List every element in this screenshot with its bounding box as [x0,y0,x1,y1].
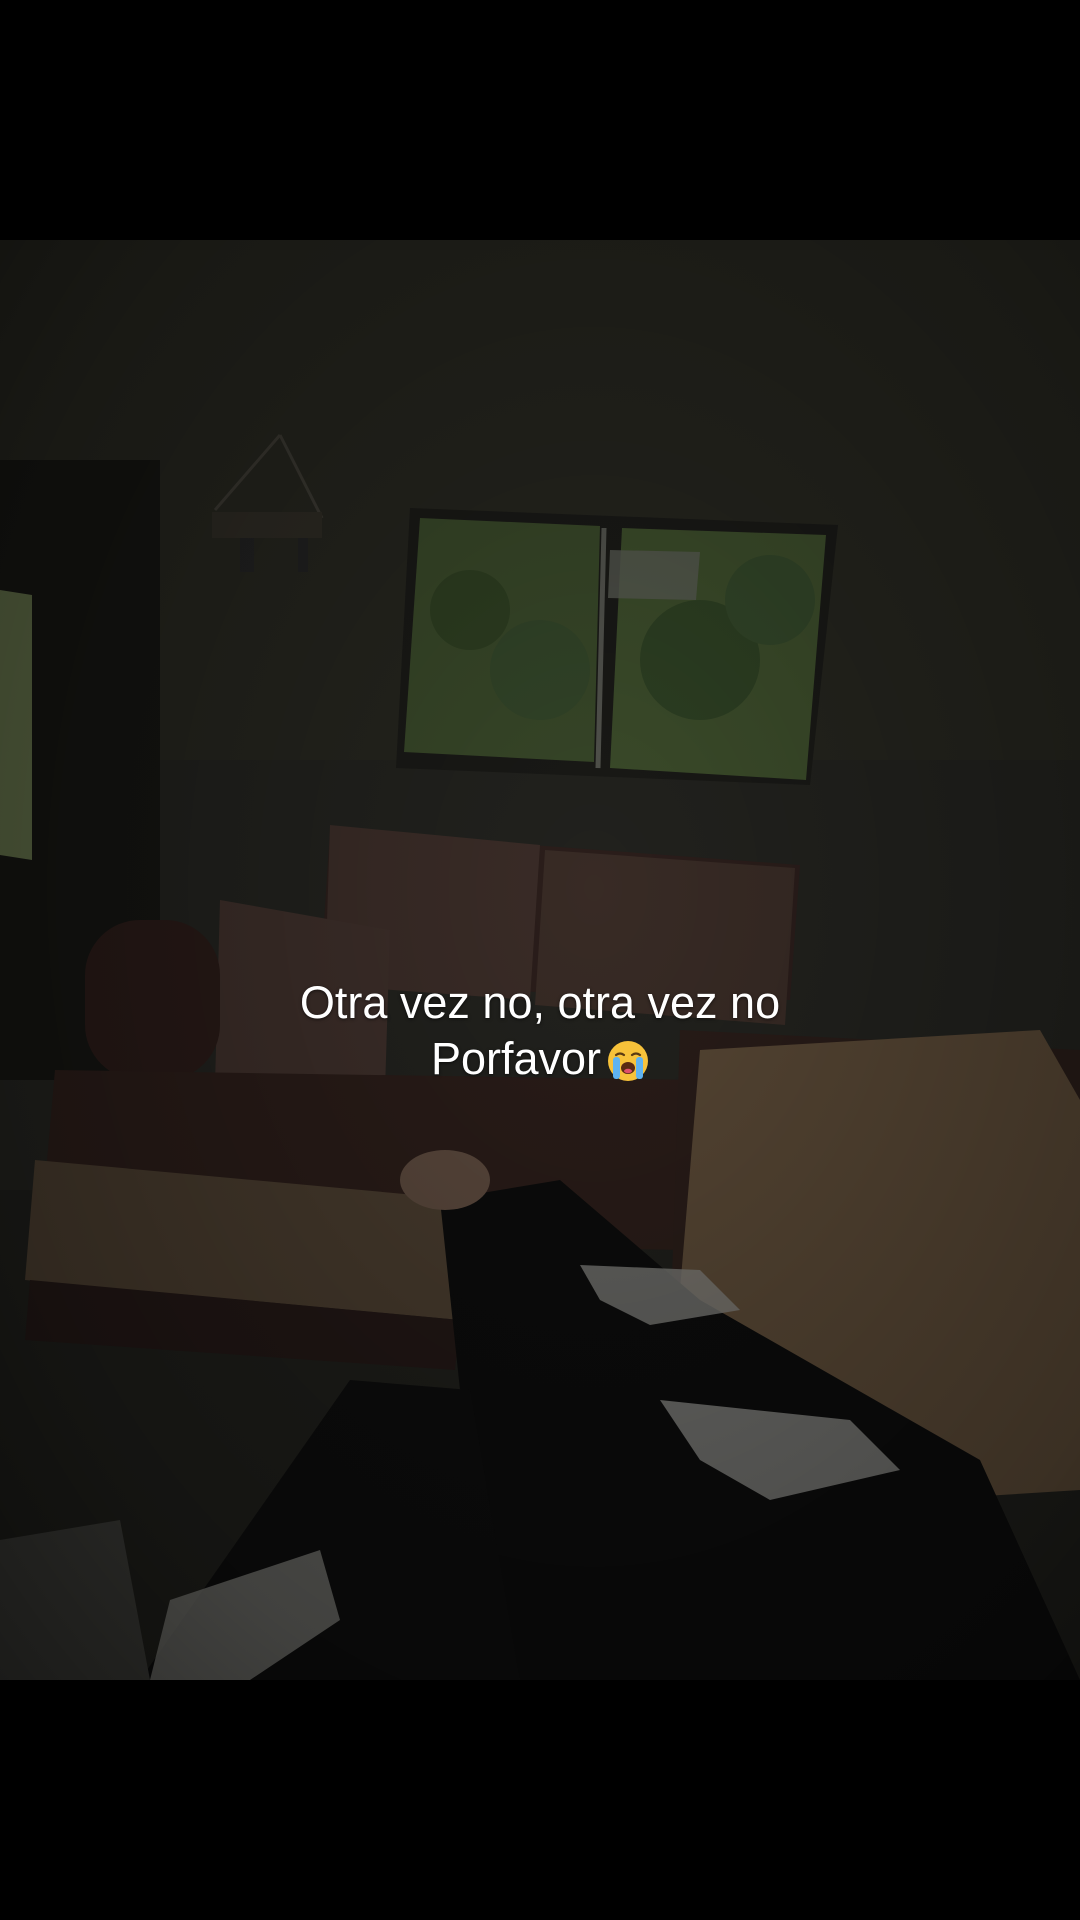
caption-text: Otra vez no, otra vez no Porfavor [0,975,1080,1087]
video-frame[interactable] [0,240,1080,1680]
caption-line-2-text: Porfavor [430,1033,602,1084]
caption-line-1: Otra vez no, otra vez no [299,977,781,1028]
caption-line-2: Porfavor [0,1031,1080,1087]
loudly-crying-face-icon [608,1041,649,1081]
video-dim-overlay [0,240,1080,1680]
video-screen: Otra vez no, otra vez no Porfavor [0,0,1080,1920]
